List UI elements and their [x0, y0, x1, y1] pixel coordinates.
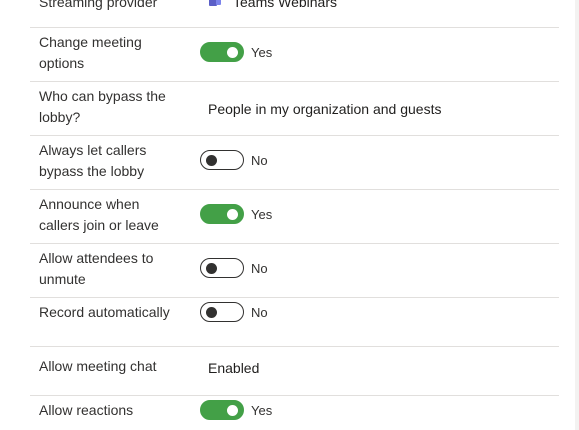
setting-row-callers-bypass: Always let callers bypass the lobby No: [30, 136, 559, 189]
toggle-state-label: Yes: [251, 402, 273, 418]
bypass-lobby-dropdown[interactable]: People in my organization and guests: [208, 99, 441, 119]
callers-bypass-toggle[interactable]: [200, 150, 244, 170]
toggle-container: No: [200, 258, 268, 278]
toggle-container: Yes: [200, 400, 272, 420]
toggle-state-label: Yes: [251, 44, 273, 60]
setting-row-allow-reactions: Allow reactions Yes: [30, 396, 559, 430]
record-automatically-toggle[interactable]: [200, 302, 244, 322]
toggle-state-label: Yes: [251, 206, 273, 222]
toggle-state-label: No: [251, 304, 268, 320]
toggle-state-label: No: [251, 152, 268, 168]
setting-label: Allow reactions: [39, 402, 134, 418]
streaming-provider-value: Teams Webinars: [233, 0, 338, 10]
setting-row-record-automatically: Record automatically No: [30, 298, 559, 346]
scrollbar[interactable]: [575, 0, 579, 430]
setting-label: Who can bypass the lobby?: [39, 88, 166, 125]
allow-unmute-toggle[interactable]: [200, 258, 244, 278]
setting-row-streaming-provider: Streaming provider Teams Webinars: [30, 0, 559, 27]
allow-reactions-toggle[interactable]: [200, 400, 244, 420]
announce-callers-toggle[interactable]: [200, 204, 244, 224]
toggle-knob: [227, 208, 238, 220]
toggle-knob: [227, 404, 238, 416]
change-meeting-options-toggle[interactable]: [200, 42, 244, 62]
teams-icon: [209, 0, 221, 6]
toggle-knob: [205, 262, 217, 274]
toggle-knob: [205, 306, 217, 318]
toggle-state-label: No: [251, 260, 268, 276]
toggle-knob: [227, 46, 238, 58]
setting-row-change-meeting-options: Change meeting options Yes: [30, 28, 559, 81]
setting-label: Announce when callers join or leave: [39, 196, 159, 233]
setting-label: Record automatically: [39, 304, 170, 320]
setting-row-allow-unmute: Allow attendees to unmute No: [30, 244, 559, 297]
toggle-knob: [205, 154, 217, 166]
meeting-options-panel: Streaming provider Teams Webinars Change…: [0, 0, 579, 430]
setting-row-announce-callers: Announce when callers join or leave Yes: [30, 190, 559, 243]
setting-label: Allow attendees to unmute: [39, 250, 154, 287]
setting-label: Change meeting options: [39, 34, 142, 71]
toggle-container: No: [200, 302, 268, 322]
toggle-container: No: [200, 150, 268, 170]
setting-label: Streaming provider: [39, 0, 158, 10]
setting-label: Allow meeting chat: [39, 358, 157, 374]
toggle-container: Yes: [200, 42, 272, 62]
toggle-container: Yes: [200, 204, 272, 224]
setting-row-bypass-lobby: Who can bypass the lobby? People in my o…: [30, 82, 559, 135]
meeting-chat-dropdown[interactable]: Enabled: [208, 358, 259, 378]
setting-row-meeting-chat: Allow meeting chat Enabled: [30, 347, 559, 395]
setting-label: Always let callers bypass the lobby: [39, 142, 147, 179]
